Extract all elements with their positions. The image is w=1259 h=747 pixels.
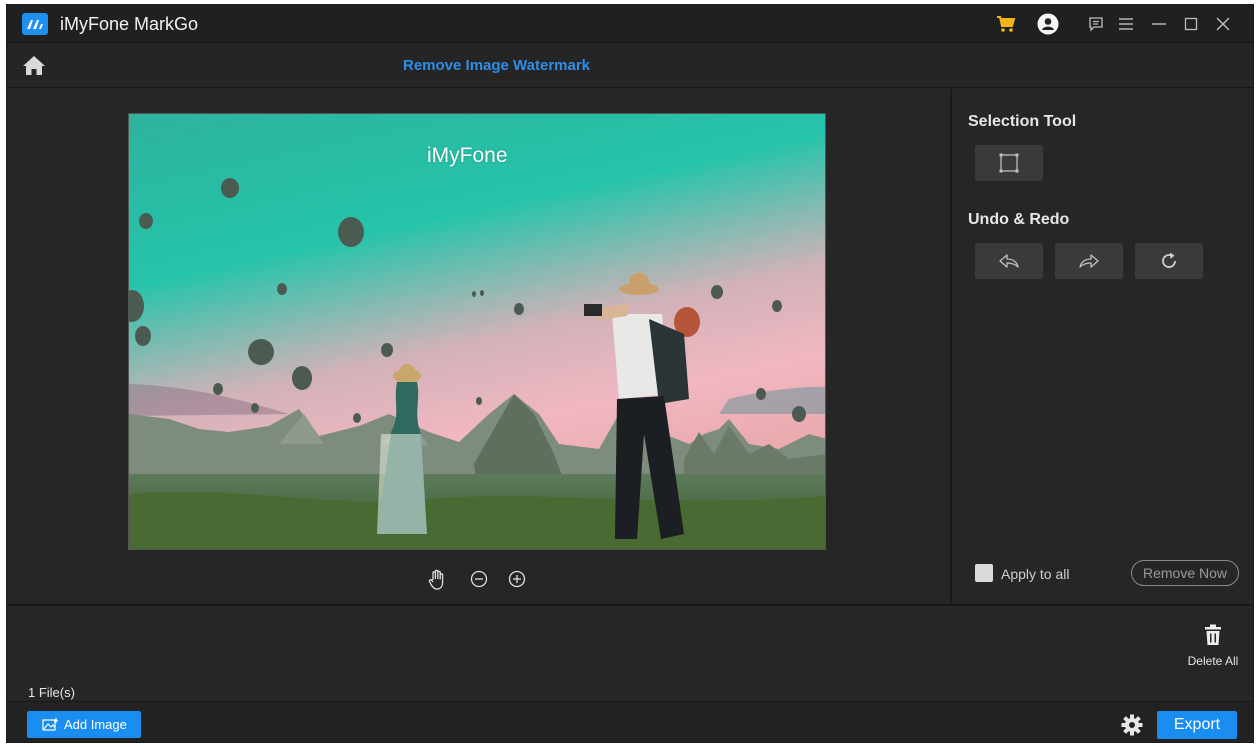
watermark-text[interactable]: iMyFone: [427, 144, 508, 168]
app-window: iMyFone MarkGo Remove Image Watermark iM…: [6, 4, 1254, 743]
zoom-controls: [427, 569, 537, 593]
remove-now-button[interactable]: Remove Now: [1131, 560, 1239, 586]
close-icon[interactable]: [1212, 13, 1234, 35]
reset-button[interactable]: [1135, 243, 1203, 279]
hand-pan-icon[interactable]: [427, 569, 449, 591]
zoom-out-icon[interactable]: [469, 569, 491, 591]
add-image-label: Add Image: [64, 717, 127, 732]
title-bar: iMyFone MarkGo: [7, 5, 1253, 43]
file-count: 1 File(s): [28, 685, 75, 700]
redo-button[interactable]: [1055, 243, 1123, 279]
redo-icon: [1079, 254, 1099, 268]
file-tray: Delete All 1 File(s): [7, 606, 1253, 701]
gear-icon[interactable]: [1121, 714, 1145, 738]
bottom-bar: Add Image Export: [7, 701, 1253, 742]
selection-tool-heading: Selection Tool: [968, 113, 1077, 130]
cart-icon[interactable]: [995, 13, 1017, 35]
minimize-icon[interactable]: [1148, 13, 1170, 35]
delete-all-button[interactable]: Delete All: [1183, 624, 1243, 668]
home-icon[interactable]: [22, 54, 48, 78]
apply-to-all-label: Apply to all: [1001, 566, 1070, 582]
feedback-icon[interactable]: [1085, 13, 1107, 35]
zoom-in-icon[interactable]: [507, 569, 529, 591]
rectangle-select-button[interactable]: [975, 145, 1043, 181]
undo-redo-heading: Undo & Redo: [968, 211, 1070, 228]
undo-icon: [999, 254, 1019, 268]
image-workspace: iMyFone: [7, 89, 950, 604]
nav-bar: Remove Image Watermark: [7, 44, 1253, 88]
undo-button[interactable]: [975, 243, 1043, 279]
maximize-icon[interactable]: [1180, 13, 1202, 35]
menu-icon[interactable]: [1115, 13, 1137, 35]
delete-all-label: Delete All: [1187, 654, 1239, 668]
add-image-icon: [42, 717, 58, 731]
tool-panel: Selection Tool Undo & Redo Apply to all …: [952, 89, 1253, 604]
export-button[interactable]: Export: [1157, 711, 1237, 739]
image-preview[interactable]: iMyFone: [128, 113, 826, 550]
account-icon[interactable]: [1037, 13, 1059, 35]
apply-to-all-checkbox[interactable]: [975, 564, 993, 582]
trash-icon: [1205, 624, 1221, 645]
reset-icon: [1162, 252, 1176, 268]
add-image-button[interactable]: Add Image: [27, 711, 141, 738]
page-title: Remove Image Watermark: [403, 57, 591, 74]
app-title: iMyFone MarkGo: [60, 14, 199, 34]
rectangle-select-icon: [999, 153, 1019, 173]
markgo-logo-icon: [22, 13, 48, 35]
